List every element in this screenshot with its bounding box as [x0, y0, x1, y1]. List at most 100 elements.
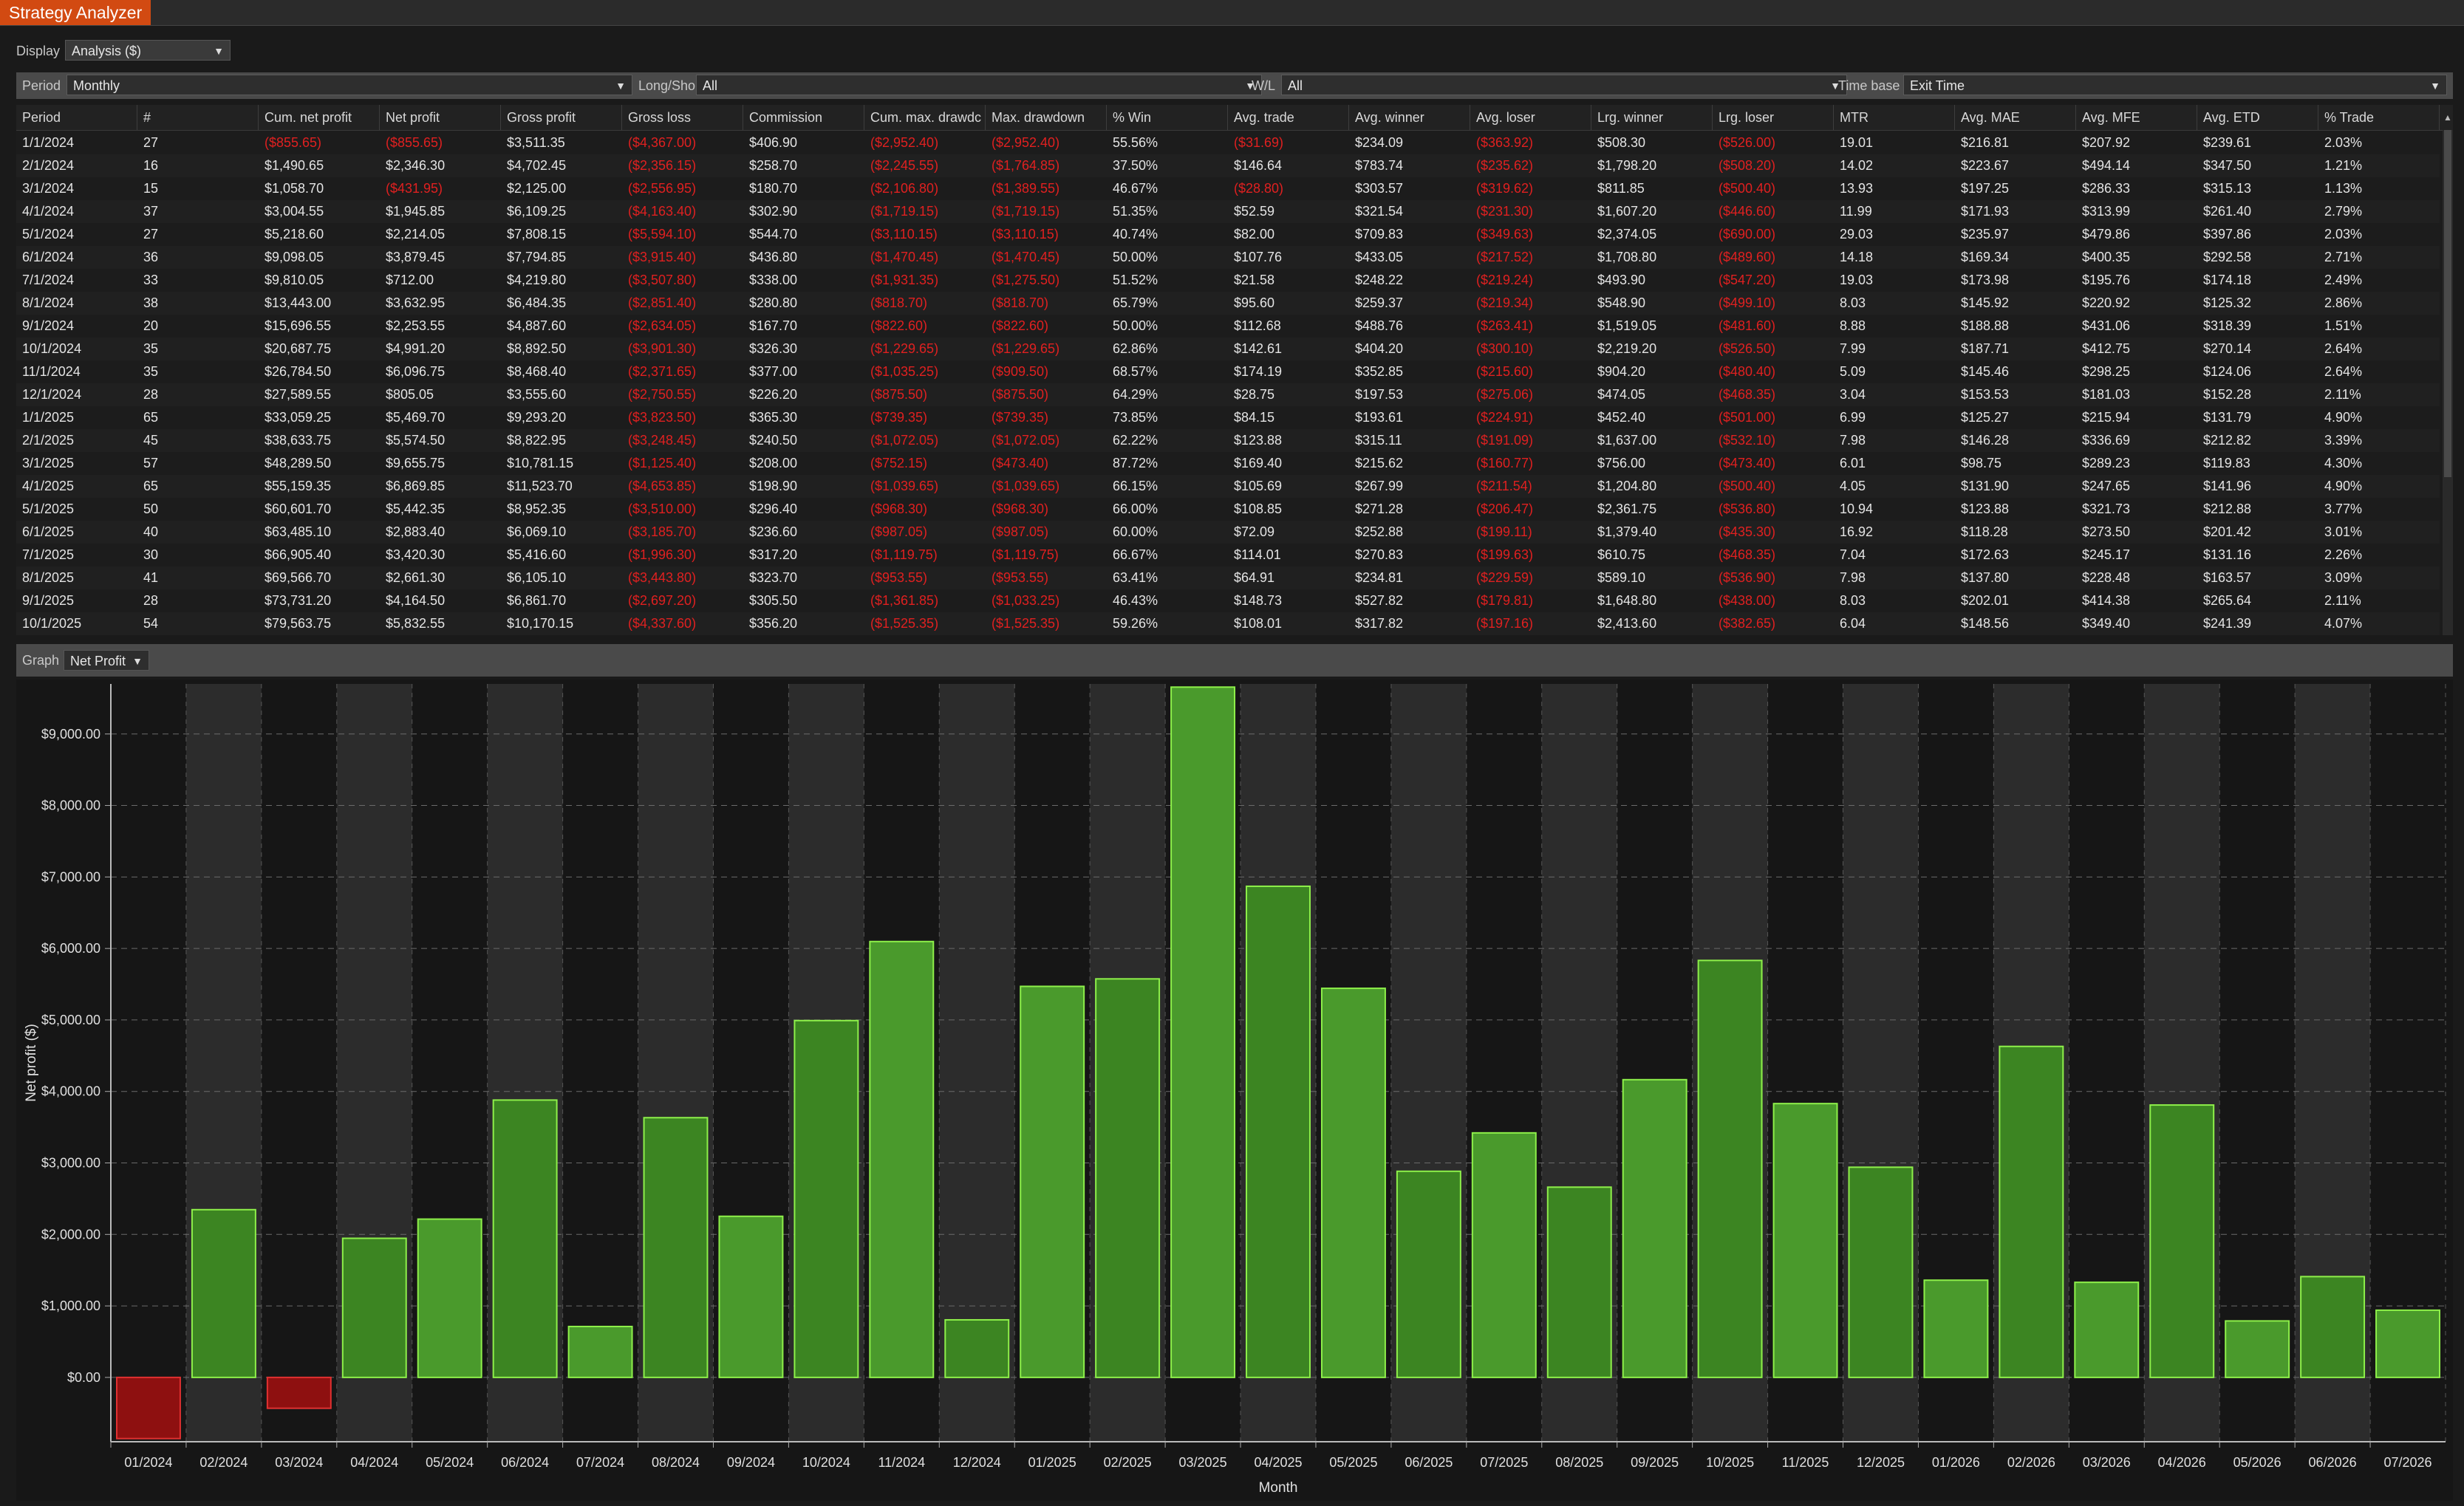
column-header[interactable]: Cum. net profit: [259, 105, 380, 130]
table-cell: ($1,125.40): [628, 456, 697, 470]
table-row[interactable]: 2/1/2024 16 $1,490.65 $2,346.30 $4,702.45 ($2…: [16, 154, 2440, 177]
table-row[interactable]: 8/1/2025 41 $69,566.70 $2,661.30 $6,105.10 ($…: [16, 567, 2440, 589]
table-cell: 1.51%: [2324, 318, 2363, 333]
column-header[interactable]: Avg. MFE: [2076, 105, 2197, 130]
column-header[interactable]: Avg. MAE: [1955, 105, 2076, 130]
table-cell: $137.80: [1961, 570, 2010, 585]
column-header[interactable]: MTR: [1834, 105, 1955, 130]
column-header[interactable]: Avg. loser: [1470, 105, 1591, 130]
scrollbar-thumb[interactable]: [2444, 130, 2451, 477]
timebase-select[interactable]: Exit Time ▼: [1903, 75, 2447, 95]
table-cell: $1,708.80: [1597, 250, 1657, 264]
longshort-select[interactable]: All ▼: [696, 75, 1262, 95]
table-row[interactable]: 2/1/2025 45 $38,633.75 $5,574.50 $8,822.95 ($…: [16, 429, 2440, 452]
table-cell: $404.20: [1355, 341, 1404, 356]
scroll-up-icon[interactable]: ▲: [2443, 105, 2453, 130]
y-tick-label: $1,000.00: [41, 1298, 100, 1313]
table-cell: $315.13: [2203, 181, 2252, 196]
period-select[interactable]: Monthly ▼: [66, 75, 632, 95]
table-row[interactable]: 1/1/2024 27 ($855.65) ($855.65) $3,511.35 ($4…: [16, 131, 2440, 154]
table-row[interactable]: 5/1/2025 50 $60,601.70 $5,442.35 $8,952.35 ($…: [16, 498, 2440, 521]
column-header[interactable]: Avg. ETD: [2197, 105, 2318, 130]
x-tick-label: 05/2026: [2233, 1455, 2282, 1470]
table-cell: ($3,823.50): [628, 410, 697, 425]
bar: [794, 1019, 859, 1378]
table-cell: ($2,371.65): [628, 364, 697, 379]
table-cell: ($1,719.15): [870, 204, 939, 219]
column-header[interactable]: Lrg. loser: [1713, 105, 1834, 130]
table-cell: ($275.06): [1476, 387, 1534, 402]
table-cell: ($1,931.35): [870, 273, 939, 287]
table-row[interactable]: 4/1/2024 37 $3,004.55 $1,945.85 $6,109.25 ($4…: [16, 200, 2440, 223]
table-row[interactable]: 10/1/2025 54 $79,563.75 $5,832.55 $10,170.15…: [16, 612, 2440, 635]
table-cell: ($481.60): [1719, 318, 1776, 333]
column-header[interactable]: Net profit: [380, 105, 501, 130]
table-row[interactable]: 3/1/2025 57 $48,289.50 $9,655.75 $10,781.15 (…: [16, 452, 2440, 475]
table-cell: 66.15%: [1113, 479, 1158, 493]
graph-select[interactable]: Net Profit ▼: [64, 650, 149, 671]
x-tick-label: 07/2024: [576, 1455, 624, 1470]
table-row[interactable]: 9/1/2024 20 $15,696.55 $2,253.55 $4,887.60 ($…: [16, 315, 2440, 338]
table-row[interactable]: 6/1/2025 40 $63,485.10 $2,883.40 $6,069.10 ($…: [16, 521, 2440, 544]
table-cell: $193.61: [1355, 410, 1404, 425]
table-cell: $84.15: [1234, 410, 1275, 425]
bar: [1546, 1186, 1612, 1378]
table-cell: $452.40: [1597, 410, 1646, 425]
table-cell: $38,633.75: [265, 433, 332, 448]
column-header[interactable]: Max. drawdown: [986, 105, 1107, 130]
bar: [1095, 978, 1161, 1378]
table-row[interactable]: 6/1/2024 36 $9,098.05 $3,879.45 $7,794.85 ($3…: [16, 246, 2440, 269]
table-cell: 63.41%: [1113, 570, 1158, 585]
table-cell: ($875.50): [870, 387, 928, 402]
column-header[interactable]: % Win: [1107, 105, 1228, 130]
display-select[interactable]: Analysis ($) ▼: [65, 40, 231, 61]
table-cell: ($2,697.20): [628, 593, 697, 608]
column-header[interactable]: % Trade: [2318, 105, 2440, 130]
table-row[interactable]: 10/1/2024 35 $20,687.75 $4,991.20 $8,892.50 (…: [16, 338, 2440, 360]
table-row[interactable]: 4/1/2025 65 $55,159.35 $6,869.85 $11,523.70 (…: [16, 475, 2440, 498]
table-cell: ($1,039.65): [992, 479, 1060, 493]
column-header[interactable]: Gross loss: [622, 105, 743, 130]
table-cell: $146.28: [1961, 433, 2010, 448]
wl-label: W/L: [1252, 78, 1276, 93]
table-row[interactable]: 8/1/2024 38 $13,443.00 $3,632.95 $6,484.35 ($…: [16, 292, 2440, 315]
wl-select[interactable]: All ▼: [1281, 75, 1847, 95]
column-header[interactable]: Period: [16, 105, 137, 130]
table-cell: ($1,035.25): [870, 364, 939, 379]
table-cell: $349.40: [2082, 616, 2131, 631]
y-tick-label: $9,000.00: [41, 727, 100, 742]
column-header[interactable]: #: [137, 105, 259, 130]
column-header[interactable]: Avg. winner: [1349, 105, 1470, 130]
table-cell: $261.40: [2203, 204, 2252, 219]
table-row[interactable]: 7/1/2024 33 $9,810.05 $712.00 $4,219.80 ($3,5…: [16, 269, 2440, 292]
table-cell: 30: [143, 547, 159, 562]
column-header[interactable]: Gross profit: [501, 105, 622, 130]
table-row[interactable]: 3/1/2024 15 $1,058.70 ($431.95) $2,125.00 ($2…: [16, 177, 2440, 200]
table-row[interactable]: 5/1/2024 27 $5,218.60 $2,214.05 $7,808.15 ($5…: [16, 223, 2440, 246]
table-row[interactable]: 11/1/2024 35 $26,784.50 $6,096.75 $8,468.40 (…: [16, 360, 2440, 383]
table-cell: $280.80: [749, 295, 798, 310]
table-cell: 2.49%: [2324, 273, 2363, 287]
table-cell: ($160.77): [1476, 456, 1534, 470]
table-row[interactable]: 7/1/2025 30 $66,905.40 $3,420.30 $5,416.60 ($…: [16, 544, 2440, 567]
table-cell: 2.26%: [2324, 547, 2363, 562]
column-header[interactable]: Commission: [743, 105, 864, 130]
bar: [1999, 1045, 2064, 1378]
table-row[interactable]: 12/1/2024 28 $27,589.55 $805.05 $3,555.60 ($2…: [16, 383, 2440, 406]
column-header[interactable]: Lrg. winner: [1591, 105, 1713, 130]
table-cell: $48,289.50: [265, 456, 332, 470]
table-cell: ($2,952.40): [870, 135, 939, 150]
table-cell: 15: [143, 181, 159, 196]
column-header[interactable]: Cum. max. drawdc: [864, 105, 986, 130]
x-tick-label: 06/2026: [2309, 1455, 2357, 1470]
table-row[interactable]: 1/1/2025 65 $33,059.25 $5,469.70 $9,293.20 ($…: [16, 406, 2440, 429]
table-cell: $173.98: [1961, 273, 2010, 287]
table-cell: $13,443.00: [265, 295, 332, 310]
vertical-scrollbar[interactable]: [2443, 130, 2453, 635]
window-title[interactable]: Strategy Analyzer: [0, 0, 151, 25]
table-row[interactable]: 9/1/2025 28 $73,731.20 $4,164.50 $6,861.70 ($…: [16, 589, 2440, 612]
column-header[interactable]: Avg. trade: [1228, 105, 1349, 130]
table-cell: ($2,634.05): [628, 318, 697, 333]
table-cell: ($1,072.05): [992, 433, 1060, 448]
table-cell: $1,519.05: [1597, 318, 1657, 333]
